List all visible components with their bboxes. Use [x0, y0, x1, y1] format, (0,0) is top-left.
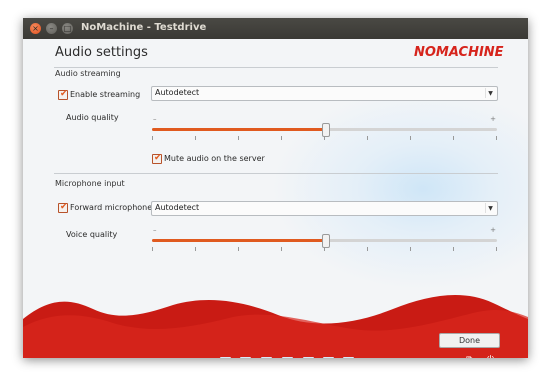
enable-streaming-checkbox[interactable]: ✔	[58, 89, 68, 100]
checkmark-icon: ✔	[60, 202, 68, 212]
section-divider	[54, 173, 498, 174]
plus-icon: +	[490, 115, 496, 123]
slider-thumb[interactable]	[322, 123, 330, 137]
slider-thumb[interactable]	[322, 234, 330, 248]
fullscreen-icon[interactable]	[323, 357, 334, 358]
voice-quality-label: Voice quality	[66, 230, 118, 239]
close-button[interactable]: ×	[30, 23, 41, 34]
resize-icon[interactable]	[303, 357, 314, 358]
audio-streaming-section-label: Audio streaming	[55, 69, 121, 78]
chevron-down-icon: ▼	[485, 88, 495, 98]
close-icon: ×	[32, 24, 39, 33]
scale-icon[interactable]	[282, 357, 293, 358]
window-title: NoMachine - Testdrive	[81, 22, 207, 33]
minus-icon: –	[153, 226, 157, 234]
display-settings-icon[interactable]	[343, 357, 354, 358]
forward-microphone-label: Forward microphone	[70, 203, 153, 212]
header-divider	[54, 67, 498, 68]
chevron-down-icon: ▼	[485, 203, 495, 213]
audio-quality-label: Audio quality	[66, 113, 119, 122]
window-icon[interactable]	[261, 357, 272, 358]
microphone-select-value: Autodetect	[155, 203, 200, 212]
audio-streaming-select-value: Autodetect	[155, 88, 200, 97]
network-status-icon[interactable]: ⧉	[466, 355, 472, 358]
nomachine-logo: NOMACHINE	[414, 45, 504, 60]
slider-track	[152, 234, 497, 248]
minus-icon: –	[153, 115, 157, 123]
slider-ticks	[152, 247, 497, 251]
plus-icon: +	[490, 226, 496, 234]
mute-audio-label: Mute audio on the server	[164, 154, 265, 163]
slider-track	[152, 123, 497, 137]
page-title: Audio settings	[55, 45, 148, 60]
audio-streaming-select[interactable]: Autodetect ▼	[151, 86, 498, 101]
voice-quality-slider[interactable]: – +	[152, 214, 497, 251]
audio-quality-slider[interactable]: – +	[152, 115, 497, 143]
app-window: × – □ NoMachine - Testdrive Audio settin…	[23, 18, 528, 358]
checkmark-icon: ✔	[60, 89, 68, 99]
settings-panel: Audio settings NOMACHINE Audio streaming…	[23, 39, 528, 358]
minimize-button[interactable]: –	[46, 23, 57, 34]
done-button[interactable]: Done	[439, 333, 500, 348]
maximize-icon: □	[63, 24, 72, 33]
microphone-section-label: Microphone input	[55, 179, 125, 188]
fit-screen-icon[interactable]	[240, 357, 251, 358]
power-icon[interactable]: ⏻	[487, 355, 494, 358]
slider-fill	[152, 128, 325, 131]
slider-fill	[152, 239, 325, 242]
mute-audio-checkbox[interactable]: ✔	[152, 153, 162, 164]
display-icon[interactable]	[220, 357, 231, 358]
slider-ticks	[152, 136, 497, 140]
enable-streaming-label: Enable streaming	[70, 90, 141, 99]
forward-microphone-checkbox[interactable]: ✔	[58, 202, 68, 213]
minimize-icon: –	[49, 24, 54, 33]
title-bar: × – □ NoMachine - Testdrive	[23, 18, 528, 39]
maximize-button[interactable]: □	[62, 23, 73, 34]
checkmark-icon: ✔	[154, 153, 162, 163]
